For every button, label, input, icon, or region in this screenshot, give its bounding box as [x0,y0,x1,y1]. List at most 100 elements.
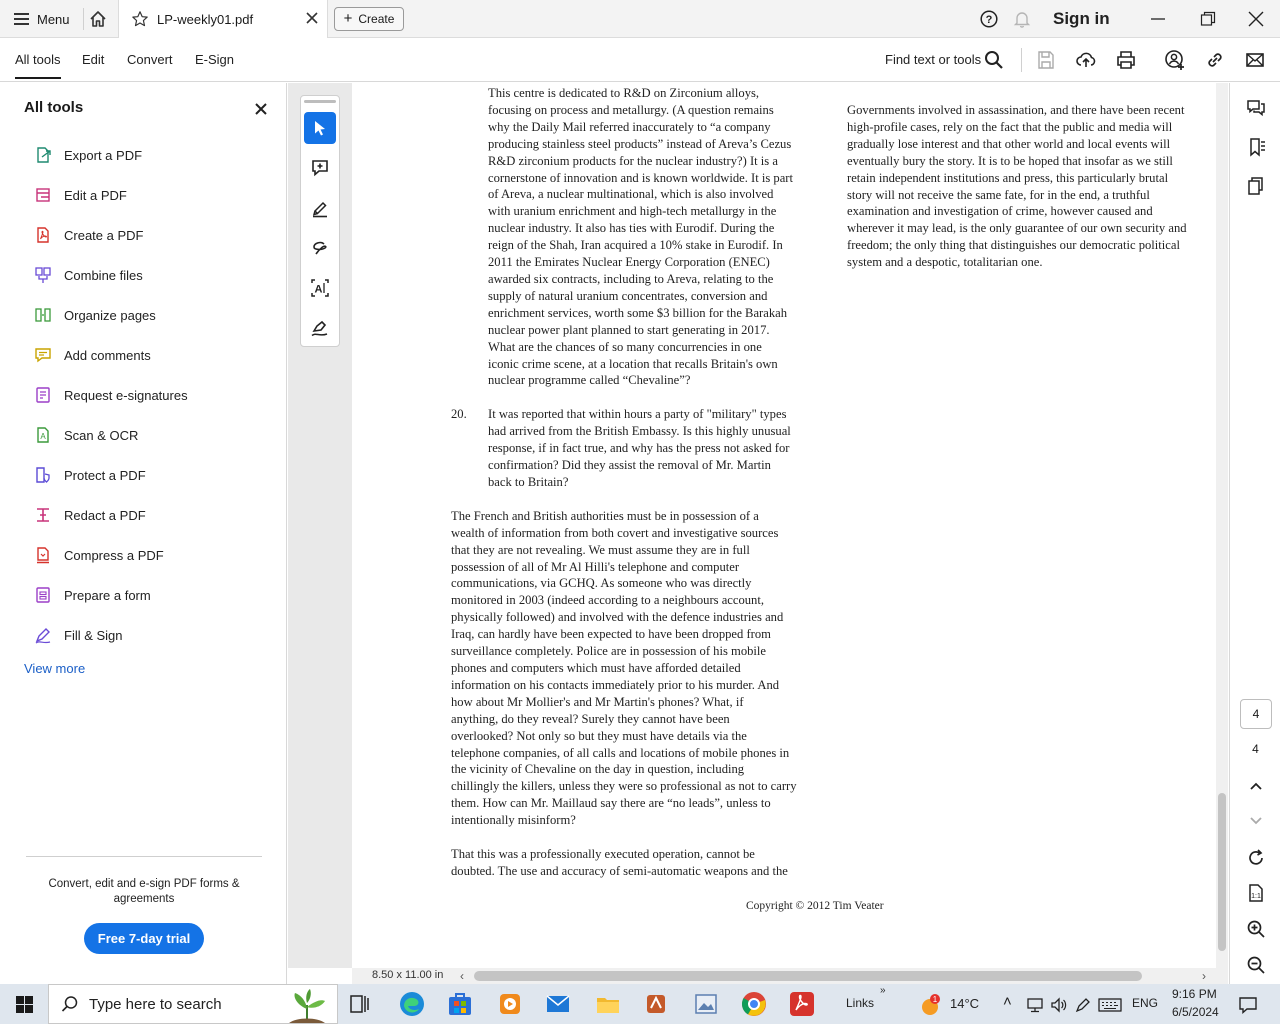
print-icon[interactable] [1115,49,1137,71]
chevron-up-icon[interactable] [1246,776,1266,796]
zoom-out-icon[interactable] [1246,955,1266,975]
draw-tool-button[interactable] [304,232,336,264]
tool-combine-files[interactable]: Combine files [34,263,143,287]
menu-button[interactable]: Menu [8,6,76,32]
text-recognition-tool-button[interactable]: A [304,272,336,304]
share-user-icon[interactable] [1164,49,1186,71]
restore-icon[interactable] [1198,9,1218,29]
rotate-icon[interactable] [1246,848,1266,868]
scroll-right-icon[interactable]: › [1202,969,1206,983]
horizontal-scrollbar[interactable]: 8.50 x 11.00 in ‹ › [352,968,1228,984]
close-panel-icon[interactable] [254,102,268,116]
select-tool-button[interactable] [304,112,336,144]
current-page-input[interactable]: 4 [1240,699,1272,729]
scroll-left-icon[interactable]: ‹ [460,969,464,983]
plant-sprout-icon [289,989,325,1023]
keyboard-icon[interactable] [1098,996,1122,1014]
tool-protect-pdf[interactable]: Protect a PDF [34,463,146,487]
tool-edit-pdf[interactable]: Edit a PDF [34,183,127,207]
tool-fill-sign[interactable]: Fill & Sign [34,623,123,647]
tab-e-sign[interactable]: E-Sign [195,52,234,67]
tool-add-comments[interactable]: Add comments [34,343,151,367]
tab-convert[interactable]: Convert [127,52,173,67]
input-language[interactable]: ENG [1132,996,1158,1010]
volume-icon[interactable] [1050,996,1068,1014]
close-window-icon[interactable] [1246,9,1266,29]
panel-title: All tools [24,99,84,116]
create-button[interactable]: + Create [334,7,404,31]
photos-icon[interactable] [692,990,720,1018]
fit-page-icon[interactable]: 1:1 [1246,883,1266,903]
divider [83,8,84,30]
tool-organize-pages[interactable]: Organize pages [34,303,156,327]
chrome-browser-icon[interactable] [740,990,768,1018]
tool-label: Organize pages [64,307,156,323]
microsoft-store-icon[interactable] [446,990,474,1018]
view-more-link[interactable]: View more [24,661,85,676]
home-icon[interactable] [88,9,108,29]
tool-compress-pdf[interactable]: Compress a PDF [34,543,164,567]
tool-create-pdf[interactable]: Create a PDF [34,223,143,247]
add-comment-tool-button[interactable] [304,152,336,184]
acrobat-icon[interactable] [788,990,816,1018]
vertical-scrollbar[interactable] [1216,83,1228,968]
tool-label: Edit a PDF [64,187,127,203]
item-text: It was reported that within hours a part… [488,407,791,489]
tool-redact-pdf[interactable]: Redact a PDF [34,503,146,527]
search-icon [61,996,78,1012]
bookmarks-icon[interactable] [1246,137,1266,157]
notifications-bell-icon[interactable] [1012,9,1032,29]
tab-document[interactable]: LP-weekly01.pdf [118,0,328,38]
tool-scan-ocr[interactable]: A Scan & OCR [34,423,138,447]
windows-start-icon[interactable] [16,996,33,1013]
double-chevron-icon[interactable]: » [880,985,886,996]
email-icon[interactable] [1244,49,1266,71]
tool-prepare-form[interactable]: Prepare a form [34,583,151,607]
drag-handle[interactable] [304,100,336,103]
close-tab-icon[interactable] [305,11,319,25]
tool-export-pdf[interactable]: Export a PDF [34,143,142,167]
page-thumbnails-icon[interactable] [1246,176,1266,196]
tab-label: LP-weekly01.pdf [157,11,254,27]
help-icon[interactable]: ? [980,10,998,28]
chevron-up-icon[interactable]: ˄ [1003,993,1012,1010]
fill-sign-icon [35,628,51,644]
mail-icon[interactable] [544,990,572,1018]
weather-temperature[interactable]: 14°C [950,996,979,1011]
sign-tool-button[interactable] [304,312,336,344]
weather-icon[interactable]: 1 [918,992,944,1018]
clock-date[interactable]: 6/5/2024 [1172,1005,1219,1019]
tool-label: Scan & OCR [64,427,139,443]
network-icon[interactable] [1026,996,1044,1014]
scrollbar-thumb[interactable] [474,971,1142,981]
tool-request-esignatures[interactable]: Request e-signatures [34,383,188,407]
zoom-in-icon[interactable] [1246,919,1266,939]
links-toolbar[interactable]: Links [846,996,874,1010]
scrollbar-thumb[interactable] [1218,793,1226,951]
app-icon[interactable] [642,990,670,1018]
search-icon[interactable] [983,49,1005,71]
tab-all-tools[interactable]: All tools [15,52,61,79]
star-icon[interactable] [131,10,149,28]
media-player-icon[interactable] [496,990,524,1018]
clock-time[interactable]: 9:16 PM [1172,987,1217,1001]
file-explorer-icon[interactable] [594,990,622,1018]
free-trial-button[interactable]: Free 7-day trial [84,923,204,954]
find-text-or-tools[interactable]: Find text or tools [885,52,981,67]
comments-icon[interactable] [1246,98,1266,118]
save-icon[interactable] [1035,49,1057,71]
highlight-tool-button[interactable] [304,192,336,224]
document-viewport[interactable]: A This centre is dedicated to R&D on Zir… [288,83,1228,968]
taskbar-search-box[interactable]: Type here to search [48,984,338,1024]
search-placeholder: Type here to search [89,995,222,1013]
upload-cloud-icon[interactable] [1075,49,1097,71]
sign-in-button[interactable]: Sign in [1053,9,1110,29]
tab-edit[interactable]: Edit [82,52,104,67]
edge-browser-icon[interactable] [398,990,426,1018]
chevron-down-icon[interactable] [1246,810,1266,830]
notification-center-icon[interactable] [1238,995,1258,1015]
link-icon[interactable] [1204,49,1226,71]
minimize-icon[interactable] [1148,9,1168,29]
task-view-icon[interactable] [348,992,372,1016]
pen-workspace-icon[interactable] [1074,996,1092,1014]
